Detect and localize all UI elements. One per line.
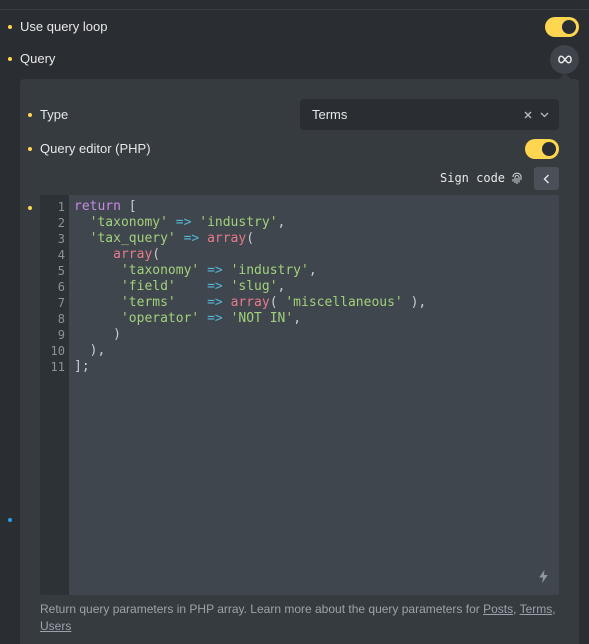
query-loop-button[interactable] — [550, 45, 579, 74]
query-row: Query — [0, 43, 589, 75]
query-label: Query — [20, 51, 56, 66]
line-number: 10 — [50, 344, 65, 358]
top-divider — [0, 9, 589, 10]
sign-code-label: Sign code — [440, 171, 506, 185]
help-text-body: Return query parameters in PHP array. Le… — [40, 602, 484, 616]
line-number: 5 — [57, 264, 65, 278]
code-line: array( — [113, 247, 161, 262]
line-number: 2 — [57, 216, 65, 230]
clear-icon[interactable] — [524, 111, 532, 119]
code-line: 'terms' => array( 'miscellaneous' ), — [120, 295, 427, 310]
code-line: ) — [74, 327, 121, 342]
setting-indicator-dot — [8, 57, 12, 61]
bolt-icon[interactable] — [538, 569, 549, 584]
line-number: 3 — [57, 232, 65, 246]
code-line: ), — [74, 343, 106, 358]
chevron-left-icon — [543, 174, 549, 183]
line-number: 9 — [57, 328, 65, 342]
php-editor-label: Query editor (PHP) — [40, 141, 151, 156]
line-number: 7 — [57, 296, 65, 310]
type-select-value: Terms — [312, 107, 348, 122]
type-select[interactable]: Terms — [300, 99, 559, 130]
php-code-editor[interactable]: 1 2 3 4 5 6 7 8 9 10 11 return [ 'taxonomy' => 'in… — [40, 195, 559, 595]
toggle-knob — [542, 142, 556, 156]
code-line: ]; — [74, 359, 90, 374]
code-line: 'field' => 'slug', — [120, 279, 286, 294]
chevron-down-icon — [540, 112, 549, 117]
line-number-gutter: 1 2 3 4 5 6 7 8 9 10 11 — [40, 195, 69, 595]
code-content[interactable]: return [ 'taxonomy' => 'industry', 'tax_… — [74, 199, 551, 375]
link-terms[interactable]: Terms — [520, 602, 553, 616]
use-query-loop-toggle[interactable] — [545, 17, 579, 37]
type-label: Type — [40, 107, 69, 122]
line-number: 8 — [57, 312, 65, 326]
line-number: 6 — [57, 280, 65, 294]
line-number: 11 — [50, 360, 65, 374]
collapse-panel-button[interactable] — [534, 167, 559, 190]
code-line: 'taxonomy' => 'industry', — [89, 215, 286, 230]
fingerprint-icon — [512, 172, 522, 184]
setting-indicator-dot — [28, 206, 32, 210]
help-text: Return query parameters in PHP array. Le… — [40, 602, 556, 633]
use-query-loop-row: Use query loop — [0, 11, 589, 43]
use-query-loop-label: Use query loop — [20, 19, 108, 34]
sign-code-button[interactable]: Sign code — [440, 171, 523, 185]
line-number: 1 — [57, 200, 65, 214]
setting-indicator-dot — [28, 113, 32, 117]
php-editor-toggle[interactable] — [525, 139, 559, 159]
toggle-knob — [562, 20, 576, 34]
infinity-icon — [557, 55, 572, 64]
code-line: return [ — [74, 199, 137, 214]
setting-indicator-dot — [8, 25, 12, 29]
code-line: 'taxonomy' => 'industry', — [120, 263, 317, 278]
link-users[interactable]: Users — [40, 619, 71, 633]
code-line: 'tax_query' => array( — [89, 231, 255, 246]
link-posts[interactable]: Posts — [483, 602, 513, 616]
line-number: 4 — [57, 248, 65, 262]
setting-indicator-dot — [28, 147, 32, 151]
dynamic-data-indicator-dot — [8, 518, 12, 522]
code-line: 'operator' => 'NOT IN', — [120, 311, 302, 326]
